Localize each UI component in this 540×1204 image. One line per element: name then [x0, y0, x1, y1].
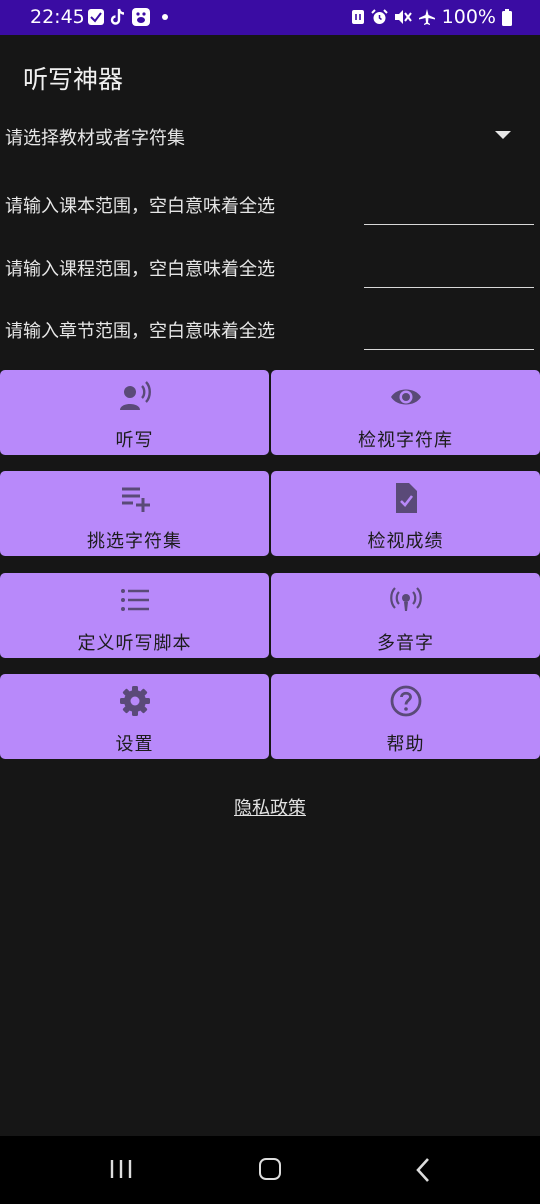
- status-time: 22:45: [30, 6, 85, 28]
- recents-icon[interactable]: [109, 1159, 133, 1179]
- book-range-input[interactable]: [364, 186, 534, 225]
- baidu-icon: [132, 8, 150, 26]
- book-range-label: 请输入课本范围，空白意味着全选: [5, 196, 275, 217]
- check-icon: [88, 9, 104, 25]
- help-circle-icon: [390, 685, 421, 717]
- airplane-icon: [418, 9, 435, 25]
- list-icon: [120, 589, 149, 611]
- selector-label: 请选择教材或者字符集: [5, 128, 185, 149]
- battery-icon: [502, 8, 512, 26]
- lesson-range-label: 请输入课程范围，空白意味着全选: [5, 259, 275, 280]
- eye-icon: [390, 389, 421, 405]
- navigation-bar: [0, 1136, 540, 1204]
- chapter-range-label: 请输入章节范围，空白意味着全选: [5, 321, 275, 342]
- view-scores-button[interactable]: 检视成绩: [271, 471, 540, 556]
- lesson-range-row: 请输入课程范围，空白意味着全选: [5, 249, 535, 295]
- battery-percent: 100%: [441, 6, 496, 28]
- lesson-range-input[interactable]: [364, 249, 534, 288]
- app-title: 听写神器: [23, 65, 124, 94]
- back-icon[interactable]: [412, 1156, 436, 1184]
- help-button[interactable]: 帮助: [271, 674, 540, 759]
- podcast-icon: [389, 587, 422, 611]
- mute-icon: [394, 10, 412, 24]
- view-scores-label: 检视成绩: [367, 531, 444, 552]
- status-right-icons: 100%: [351, 6, 512, 28]
- alarm-icon: [370, 8, 388, 24]
- gear-icon: [119, 686, 150, 716]
- dropdown-arrow-icon[interactable]: [495, 131, 511, 139]
- tiktok-icon: [110, 8, 125, 25]
- nfc-icon: [351, 10, 364, 24]
- define-script-button[interactable]: 定义听写脚本: [0, 573, 269, 658]
- dictation-label: 听写: [115, 430, 154, 451]
- status-bar: 22:45 100%: [0, 0, 540, 35]
- home-icon[interactable]: [259, 1158, 281, 1180]
- textbook-selector[interactable]: 请选择教材或者字符集: [5, 122, 535, 154]
- chapter-range-input[interactable]: [364, 311, 534, 350]
- polyphone-button[interactable]: 多音字: [271, 573, 540, 658]
- define-script-label: 定义听写脚本: [77, 633, 192, 654]
- select-charset-label: 挑选字符集: [87, 531, 182, 552]
- view-charset-library-label: 检视字符库: [358, 430, 453, 451]
- record-voice-icon: [119, 381, 151, 410]
- dictation-button[interactable]: 听写: [0, 370, 269, 455]
- dot-icon: [162, 14, 168, 20]
- book-range-row: 请输入课本范围，空白意味着全选: [5, 186, 535, 232]
- privacy-policy-link[interactable]: 隐私政策: [0, 794, 540, 820]
- playlist-add-icon: [121, 487, 150, 512]
- chapter-range-row: 请输入章节范围，空白意味着全选: [5, 311, 535, 357]
- polyphone-label: 多音字: [377, 633, 434, 654]
- status-left-icons: [88, 8, 168, 26]
- help-label: 帮助: [386, 734, 425, 755]
- select-charset-button[interactable]: 挑选字符集: [0, 471, 269, 556]
- view-charset-library-button[interactable]: 检视字符库: [271, 370, 540, 455]
- file-check-icon: [395, 483, 417, 513]
- settings-label: 设置: [115, 734, 154, 755]
- settings-button[interactable]: 设置: [0, 674, 269, 759]
